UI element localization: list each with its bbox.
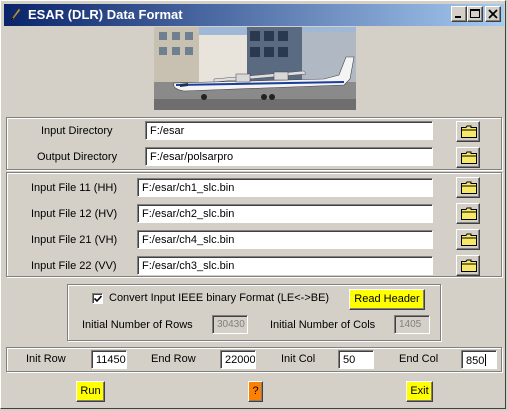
- input-file-22-label: Input File 22 (VV): [31, 260, 117, 272]
- input-file-11-label: Input File 11 (HH): [31, 182, 117, 194]
- output-directory-browse-button[interactable]: [456, 147, 480, 168]
- window-title: ESAR (DLR) Data Format: [28, 7, 183, 22]
- init-col-field[interactable]: 50: [338, 350, 374, 369]
- directories-group: Input Directory F:/esar Output Directory…: [6, 117, 502, 170]
- folder-icon: [461, 233, 477, 246]
- end-col-value: 850: [466, 355, 485, 367]
- checkmark-icon: [94, 295, 102, 303]
- range-group: Init Row 11450 End Row 22000 Init Col 50…: [6, 347, 502, 372]
- input-files-group: Input File 11 (HH) F:/esar/ch1_slc.bin I…: [6, 172, 502, 277]
- folder-icon: [461, 181, 477, 194]
- input-directory-field[interactable]: F:/esar: [145, 121, 433, 140]
- init-row-field[interactable]: 11450: [91, 350, 127, 369]
- close-button[interactable]: [485, 6, 501, 22]
- help-button[interactable]: ?: [248, 381, 263, 402]
- maximize-button[interactable]: [467, 6, 483, 22]
- output-directory-label: Output Directory: [37, 151, 118, 163]
- input-file-11-browse-button[interactable]: [456, 177, 480, 198]
- init-col-label: Init Col: [281, 353, 316, 365]
- input-file-11-field[interactable]: F:/esar/ch1_slc.bin: [137, 178, 433, 197]
- input-file-21-label: Input File 21 (VH): [31, 234, 118, 246]
- input-file-22-field[interactable]: F:/esar/ch3_slc.bin: [137, 256, 433, 275]
- initial-cols-label: Initial Number of Cols: [270, 319, 376, 331]
- input-file-12-label: Input File 12 (HV): [31, 208, 118, 220]
- input-file-21-field[interactable]: F:/esar/ch4_slc.bin: [137, 230, 433, 249]
- initial-cols-field: 1405: [394, 315, 430, 334]
- convert-group: Convert Input IEEE binary Format (LE<->B…: [67, 284, 441, 341]
- end-row-field[interactable]: 22000: [220, 350, 256, 369]
- folder-icon: [461, 151, 477, 164]
- end-row-label: End Row: [151, 353, 196, 365]
- convert-ieee-checkbox[interactable]: [92, 293, 103, 304]
- read-header-button[interactable]: Read Header: [349, 289, 425, 310]
- folder-icon: [461, 259, 477, 272]
- title-bar[interactable]: ESAR (DLR) Data Format: [4, 4, 504, 26]
- initial-rows-label: Initial Number of Rows: [82, 319, 193, 331]
- input-directory-browse-button[interactable]: [456, 121, 480, 142]
- initial-rows-field: 30430: [212, 315, 248, 334]
- folder-icon: [461, 125, 477, 138]
- minimize-button[interactable]: [451, 6, 467, 22]
- text-cursor: [485, 354, 487, 366]
- aircraft-banner-image: [154, 27, 356, 110]
- end-col-label: End Col: [399, 353, 439, 365]
- close-icon: [488, 9, 498, 19]
- input-file-22-browse-button[interactable]: [456, 255, 480, 276]
- main-window: ESAR (DLR) Data Format Input Directory F…: [0, 0, 506, 409]
- input-file-12-field[interactable]: F:/esar/ch2_slc.bin: [137, 204, 433, 223]
- folder-icon: [461, 207, 477, 220]
- run-button[interactable]: Run: [76, 381, 105, 402]
- output-directory-field[interactable]: F:/esar/polsarpro: [145, 147, 433, 166]
- init-row-label: Init Row: [26, 353, 66, 365]
- input-directory-label: Input Directory: [41, 125, 113, 137]
- end-col-field[interactable]: 850: [461, 350, 497, 369]
- input-file-21-browse-button[interactable]: [456, 229, 480, 250]
- exit-button[interactable]: Exit: [406, 381, 433, 402]
- feather-icon: [8, 7, 22, 21]
- maximize-icon: [470, 9, 480, 18]
- input-file-12-browse-button[interactable]: [456, 203, 480, 224]
- convert-ieee-label: Convert Input IEEE binary Format (LE<->B…: [109, 292, 330, 304]
- minimize-icon: [455, 16, 461, 18]
